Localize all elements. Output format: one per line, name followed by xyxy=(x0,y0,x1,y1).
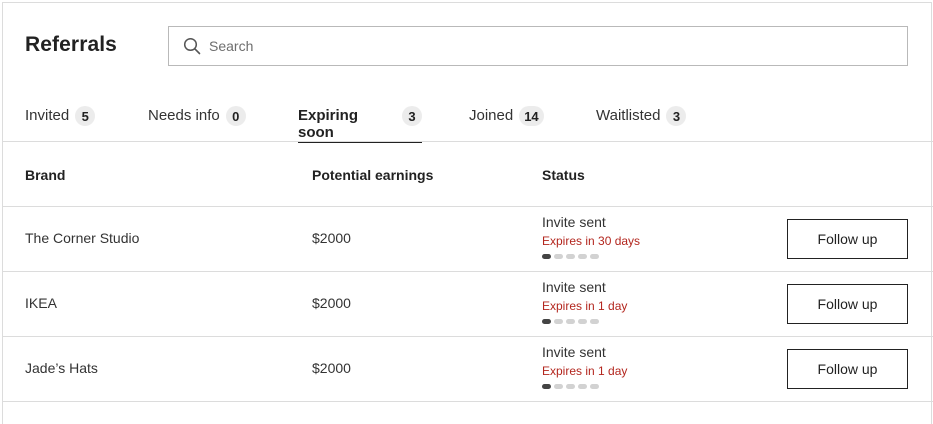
tabs-divider xyxy=(3,141,933,142)
status-text: Invite sent xyxy=(542,344,606,360)
search-box[interactable] xyxy=(168,26,908,66)
tab-needs-info[interactable]: Needs info 0 xyxy=(148,95,246,143)
follow-up-button[interactable]: Follow up xyxy=(787,219,908,259)
column-header-potential-earnings: Potential earnings xyxy=(312,167,434,183)
status-text: Invite sent xyxy=(542,279,606,295)
progress-step-pending xyxy=(590,319,599,324)
tab-label: Needs info xyxy=(148,107,220,124)
brand-name: Jade’s Hats xyxy=(25,360,98,376)
search-icon xyxy=(183,37,201,55)
page-title: Referrals xyxy=(25,33,117,56)
expiry-text: Expires in 1 day xyxy=(542,299,628,313)
status-text: Invite sent xyxy=(542,214,606,230)
progress-step-pending xyxy=(578,319,587,324)
tab-expiring-soon[interactable]: Expiring soon 3 xyxy=(298,95,422,143)
follow-up-button[interactable]: Follow up xyxy=(787,284,908,324)
follow-up-button[interactable]: Follow up xyxy=(787,349,908,389)
tab-count-badge: 14 xyxy=(519,106,544,126)
progress-step-pending xyxy=(566,384,575,389)
potential-earnings: $2000 xyxy=(312,295,351,311)
progress-steps xyxy=(542,319,599,324)
tab-label: Waitlisted xyxy=(596,107,661,124)
tab-count-badge: 5 xyxy=(75,106,96,126)
tab-label: Joined xyxy=(469,107,514,124)
progress-step-pending xyxy=(566,254,575,259)
column-header-status: Status xyxy=(542,167,585,183)
referrals-panel: Referrals Invited 5 Needs info 0 Expirin… xyxy=(2,2,933,424)
tab-label: Expiring soon xyxy=(298,107,359,141)
progress-step-pending xyxy=(590,384,599,389)
expiry-text: Expires in 1 day xyxy=(542,364,628,378)
table-row: The Corner Studio $2000 Invite sent Expi… xyxy=(3,207,933,272)
table-row: IKEA $2000 Invite sent Expires in 1 day … xyxy=(3,272,933,337)
tab-label: Invited xyxy=(25,107,70,124)
brand-name: IKEA xyxy=(25,295,57,311)
search-input[interactable] xyxy=(209,31,889,61)
progress-step-complete xyxy=(542,384,551,389)
table-row: Jade’s Hats $2000 Invite sent Expires in… xyxy=(3,337,933,402)
tab-count-badge: 3 xyxy=(666,106,687,126)
potential-earnings: $2000 xyxy=(312,230,351,246)
progress-steps xyxy=(542,254,599,259)
progress-step-pending xyxy=(578,254,587,259)
tab-count-badge: 0 xyxy=(225,106,246,126)
progress-step-pending xyxy=(566,319,575,324)
progress-step-pending xyxy=(554,254,563,259)
progress-step-pending xyxy=(578,384,587,389)
tab-joined[interactable]: Joined 14 xyxy=(469,95,544,143)
progress-step-complete xyxy=(542,254,551,259)
progress-step-pending xyxy=(554,384,563,389)
expiry-text: Expires in 30 days xyxy=(542,234,641,248)
progress-step-pending xyxy=(590,254,599,259)
progress-step-complete xyxy=(542,319,551,324)
progress-step-pending xyxy=(554,319,563,324)
tab-count-badge: 3 xyxy=(402,106,422,126)
column-header-brand: Brand xyxy=(25,167,66,183)
tab-waitlisted[interactable]: Waitlisted 3 xyxy=(596,95,687,143)
potential-earnings: $2000 xyxy=(312,360,351,376)
row-divider xyxy=(3,401,933,402)
brand-name: The Corner Studio xyxy=(25,230,140,246)
progress-steps xyxy=(542,384,599,389)
tab-bar: Invited 5 Needs info 0 Expiring soon 3 J… xyxy=(3,95,933,143)
tab-invited[interactable]: Invited 5 xyxy=(25,95,96,143)
